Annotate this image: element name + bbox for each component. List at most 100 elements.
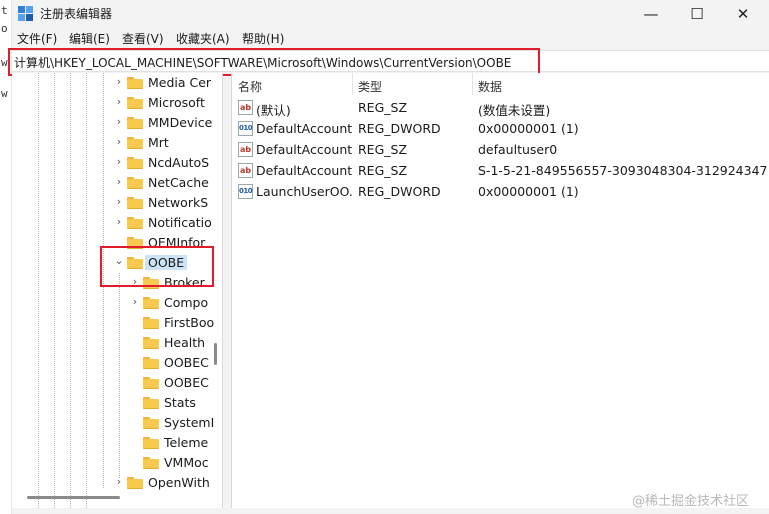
- value-type: REG_DWORD: [358, 184, 441, 199]
- close-button[interactable]: ✕: [720, 0, 766, 28]
- tree-item-label: NcdAutoS: [148, 155, 210, 170]
- maximize-button[interactable]: ☐: [674, 0, 720, 28]
- menu-help[interactable]: 帮助(H): [240, 30, 286, 47]
- value-row[interactable]: 010 DefaultAccount... REG_DWORD 0x000000…: [232, 118, 769, 139]
- dword-value-icon: 010: [238, 184, 253, 199]
- value-name: (默认): [256, 103, 291, 118]
- tree-item-label: SystemI: [164, 415, 215, 430]
- value-type: REG_DWORD: [358, 121, 441, 136]
- registry-editor-window: 注册表编辑器 — ☐ ✕ 文件(F) 编辑(E) 查看(V) 收藏夹(A) 帮助…: [8, 0, 769, 514]
- tree-guide-line: [119, 273, 120, 478]
- dword-value-icon: 010: [238, 121, 253, 136]
- value-data: (数值未设置): [478, 103, 551, 118]
- tree-item-label: NetCache: [148, 175, 209, 190]
- value-name: LaunchUserOO...: [256, 184, 352, 199]
- value-row[interactable]: ab DefaultAccount... REG_SZ defaultuser0: [232, 139, 769, 160]
- menu-favorites[interactable]: 收藏夹(A): [174, 30, 232, 47]
- menu-bar: 文件(F) 编辑(E) 查看(V) 收藏夹(A) 帮助(H): [12, 28, 769, 50]
- menu-edit[interactable]: 编辑(E): [67, 30, 112, 47]
- tree-item-label: Mrt: [148, 135, 169, 150]
- string-value-icon: ab: [238, 100, 253, 115]
- chevron-right-icon[interactable]: ›: [114, 215, 124, 228]
- background-char: o: [1, 22, 8, 35]
- chevron-right-icon[interactable]: ›: [114, 135, 124, 148]
- tree-item-label: VMMoc: [164, 455, 209, 470]
- value-name: DefaultAccount...: [256, 163, 352, 178]
- address-bar[interactable]: 计算机\HKEY_LOCAL_MACHINE\SOFTWARE\Microsof…: [8, 48, 769, 76]
- watermark: @稀土掘金技术社区: [632, 494, 750, 509]
- close-icon: ✕: [736, 5, 750, 23]
- tree-item-label: Notificatio: [148, 215, 212, 230]
- string-value-icon: ab: [238, 163, 253, 178]
- tree-guide-line: [38, 73, 39, 508]
- menu-file[interactable]: 文件(F): [15, 30, 59, 47]
- column-header-data[interactable]: 数据: [478, 78, 502, 95]
- title-bar[interactable]: 注册表编辑器 — ☐ ✕: [12, 0, 769, 28]
- folder-icon: [143, 377, 159, 389]
- column-divider[interactable]: [472, 73, 473, 95]
- window-title: 注册表编辑器: [40, 7, 113, 21]
- tree-item-label: Compo: [164, 295, 209, 310]
- menu-view[interactable]: 查看(V): [120, 30, 166, 47]
- value-data: defaultuser0: [478, 142, 558, 157]
- value-row[interactable]: 010 LaunchUserOO... REG_DWORD 0x00000001…: [232, 181, 769, 202]
- regedit-app-icon: [18, 6, 34, 22]
- chevron-right-icon[interactable]: ›: [114, 155, 124, 168]
- value-data: 0x00000001 (1): [478, 121, 579, 136]
- background-char: t: [1, 4, 8, 17]
- value-name: DefaultAccount...: [256, 142, 352, 157]
- folder-icon: [143, 417, 159, 429]
- registry-tree[interactable]: › Media Cer › Microsoft › MMDevice › Mrt…: [12, 73, 223, 508]
- tree-item-label: Media Cer: [148, 75, 212, 90]
- value-type: REG_SZ: [358, 163, 408, 178]
- folder-icon: [127, 77, 143, 89]
- minimize-icon: —: [643, 5, 659, 23]
- chevron-right-icon[interactable]: ›: [114, 475, 124, 488]
- column-divider[interactable]: [352, 73, 353, 95]
- chevron-right-icon[interactable]: ›: [114, 115, 124, 128]
- tree-item-label: Teleme: [164, 435, 209, 450]
- tree-item-label: OOBEC: [164, 375, 209, 390]
- maximize-icon: ☐: [690, 5, 704, 23]
- background-window-edge: t o w w: [0, 0, 12, 514]
- value-data: 0x00000001 (1): [478, 184, 579, 199]
- tree-item-label: OpenWith: [148, 475, 210, 490]
- value-type: REG_SZ: [358, 142, 408, 157]
- values-pane[interactable]: 名称 类型 数据 ab (默认) REG_SZ (数值未设置) 010 Defa…: [231, 73, 769, 508]
- folder-icon: [143, 397, 159, 409]
- background-char: w: [1, 56, 8, 69]
- tree-horizontal-scrollbar[interactable]: [27, 496, 120, 499]
- tree-item-label: FirstBoo: [164, 315, 215, 330]
- folder-icon: [127, 197, 143, 209]
- address-highlight-box: [8, 48, 540, 76]
- chevron-right-icon[interactable]: ›: [114, 95, 124, 108]
- value-name: DefaultAccount...: [256, 121, 352, 136]
- background-char: w: [1, 87, 8, 100]
- tree-guide-line: [86, 73, 87, 508]
- tree-item-label: MMDevice: [148, 115, 213, 130]
- column-header-type[interactable]: 类型: [358, 78, 382, 95]
- tree-item-label: Stats: [164, 395, 196, 410]
- tree-item-label: Health: [164, 335, 206, 350]
- value-row[interactable]: ab DefaultAccount... REG_SZ S-1-5-21-849…: [232, 160, 769, 181]
- tree-item-label: NetworkS: [148, 195, 209, 210]
- string-value-icon: ab: [238, 142, 253, 157]
- folder-icon: [143, 357, 159, 369]
- value-type: REG_SZ: [358, 100, 408, 115]
- tree-guide-line: [54, 73, 55, 508]
- tree-vertical-scrollbar[interactable]: [214, 343, 217, 365]
- chevron-right-icon[interactable]: ›: [114, 75, 124, 88]
- minimize-button[interactable]: —: [628, 0, 674, 28]
- value-row[interactable]: ab (默认) REG_SZ (数值未设置): [232, 97, 769, 118]
- tree-guide-line: [70, 73, 71, 508]
- folder-icon: [127, 177, 143, 189]
- tree-item-label: OOBEC: [164, 355, 209, 370]
- folder-icon: [143, 437, 159, 449]
- oobe-highlight-box: [100, 246, 214, 287]
- folder-icon: [127, 217, 143, 229]
- folder-icon: [143, 337, 159, 349]
- chevron-right-icon[interactable]: ›: [130, 295, 140, 308]
- chevron-right-icon[interactable]: ›: [114, 195, 124, 208]
- chevron-right-icon[interactable]: ›: [114, 175, 124, 188]
- column-header-name[interactable]: 名称: [238, 78, 262, 95]
